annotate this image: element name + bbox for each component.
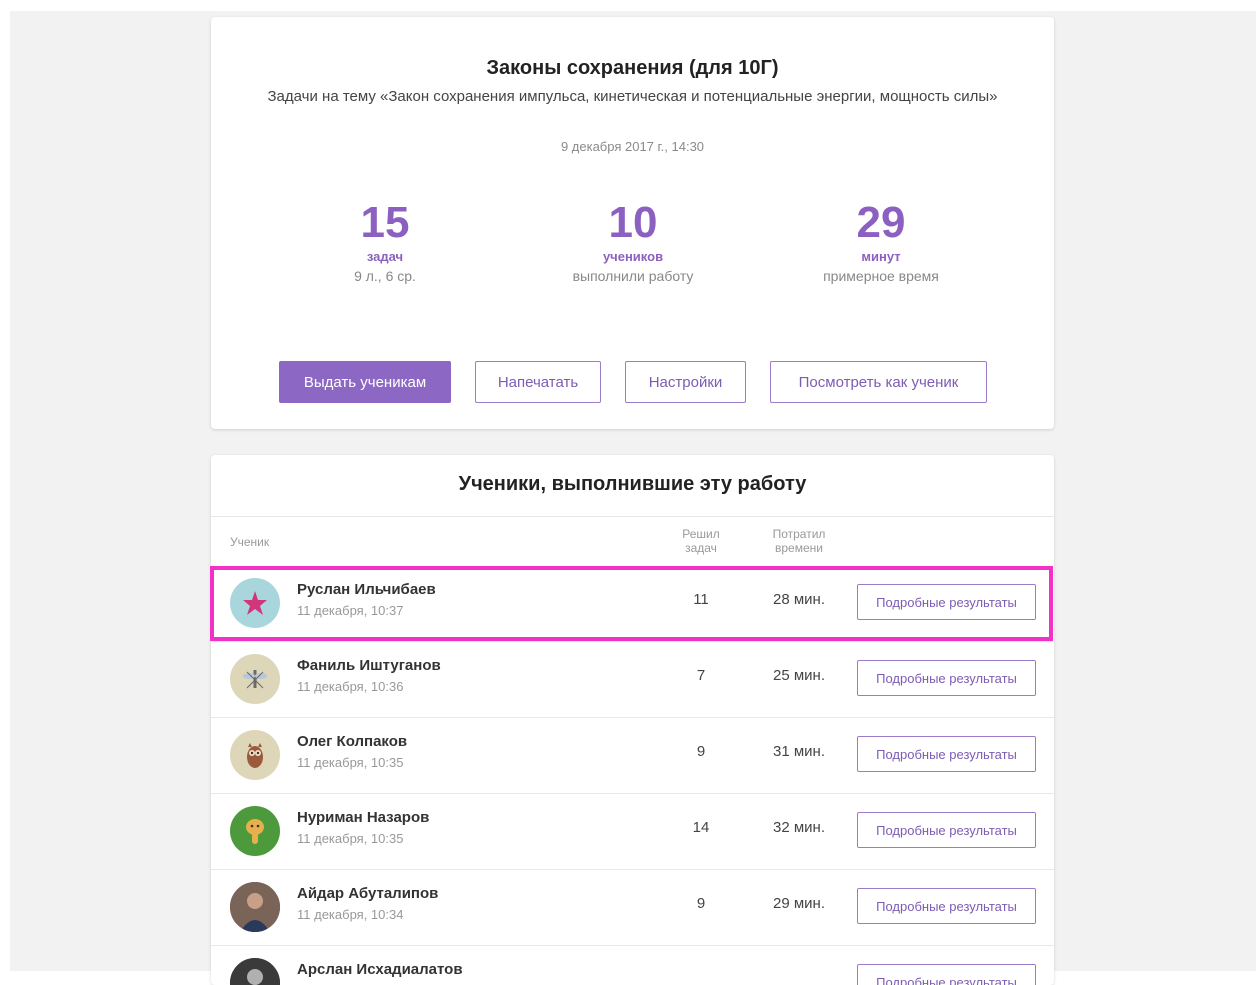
details-button[interactable]: Подробные результаты (857, 812, 1036, 848)
stat-unit: задач (366, 249, 404, 264)
student-name[interactable]: Руслан Ильчибаев (297, 581, 436, 598)
details-button[interactable]: Подробные результаты (857, 888, 1036, 924)
stat-value: 29 (856, 198, 906, 247)
stat-unit: минут (861, 249, 901, 264)
stat-desc: примерное время (823, 268, 939, 284)
students-section-title: Ученики, выполнившие эту работу (458, 473, 807, 495)
stat-minutes: 29 минут примерное время (781, 197, 981, 287)
student-row[interactable]: Олег Колпаков 11 декабря, 10:35 9 31 мин… (211, 717, 1054, 794)
mosquito-icon (230, 654, 280, 704)
student-name[interactable]: Арслан Исхадиалатов (297, 961, 463, 978)
stat-students: 10 учеников выполнили работу (533, 197, 733, 287)
student-submit-time: 11 декабря, 10:34 (297, 907, 404, 922)
work-title: Законы сохранения (для 10Г) (486, 57, 779, 79)
star-icon (230, 578, 280, 628)
photo-avatar-icon (230, 882, 280, 932)
cobra-icon (230, 806, 280, 856)
student-time-spent: 31 мин. (773, 743, 825, 760)
student-solved-count: 9 (696, 743, 706, 760)
work-summary-card: Законы сохранения (для 10Г) Задачи на те… (211, 17, 1054, 429)
column-header-time-line2: времени (775, 541, 823, 555)
details-button[interactable]: Подробные результаты (857, 736, 1036, 772)
work-date: 9 декабря 2017 г., 14:30 (560, 139, 705, 154)
print-button[interactable]: Напечатать (475, 361, 601, 403)
student-submit-time: 11 декабря, 10:37 (297, 603, 404, 618)
student-solved-count: 9 (696, 895, 706, 912)
student-name[interactable]: Нуриман Назаров (297, 809, 429, 826)
stat-desc: 9 л., 6 ср. (354, 268, 416, 284)
photo-avatar-icon (230, 958, 280, 985)
student-time-spent: 29 мин. (773, 895, 825, 912)
student-row[interactable]: Руслан Ильчибаев 11 декабря, 10:37 11 28… (211, 565, 1054, 642)
student-row[interactable]: Арслан Исхадиалатов Подробные результаты (211, 945, 1054, 985)
student-solved-count: 11 (693, 591, 709, 608)
column-header-time: Потратил времени (759, 527, 839, 555)
student-solved-count: 7 (696, 667, 706, 684)
student-name[interactable]: Фаниль Иштуганов (297, 657, 441, 674)
stat-value: 15 (360, 198, 410, 247)
student-name[interactable]: Айдар Абуталипов (297, 885, 438, 902)
stat-value: 10 (608, 198, 658, 247)
preview-as-student-button[interactable]: Посмотреть как ученик (770, 361, 987, 403)
student-name[interactable]: Олег Колпаков (297, 733, 407, 750)
student-time-spent: 25 мин. (773, 667, 825, 684)
student-time-spent: 28 мин. (773, 591, 825, 608)
student-row[interactable]: Фаниль Иштуганов 11 декабря, 10:36 7 25 … (211, 641, 1054, 718)
student-time-spent: 32 мин. (773, 819, 825, 836)
column-header-student: Ученик (230, 535, 270, 549)
details-button[interactable]: Подробные результаты (857, 584, 1036, 620)
student-row[interactable]: Нуриман Назаров 11 декабря, 10:35 14 32 … (211, 793, 1054, 870)
student-submit-time: 11 декабря, 10:35 (297, 755, 404, 770)
details-button[interactable]: Подробные результаты (857, 964, 1036, 985)
stat-desc: выполнили работу (572, 268, 694, 284)
student-submit-time: 11 декабря, 10:36 (297, 679, 404, 694)
student-submit-time: 11 декабря, 10:35 (297, 831, 404, 846)
settings-button[interactable]: Настройки (625, 361, 746, 403)
section-divider (211, 516, 1054, 517)
stat-unit: учеников (602, 249, 664, 264)
student-solved-count: 14 (692, 819, 710, 836)
column-header-solved: Решил задач (671, 527, 731, 555)
details-button[interactable]: Подробные результаты (857, 660, 1036, 696)
assign-button[interactable]: Выдать ученикам (279, 361, 451, 403)
owl-icon (230, 730, 280, 780)
student-row[interactable]: Айдар Абуталипов 11 декабря, 10:34 9 29 … (211, 869, 1054, 946)
column-header-solved-line2: задач (685, 541, 717, 555)
work-subtitle: Задачи на тему «Закон сохранения импульс… (267, 88, 998, 105)
stat-tasks: 15 задач 9 л., 6 ср. (285, 197, 485, 287)
students-card: Ученики, выполнившие эту работу Ученик Р… (211, 455, 1054, 985)
column-header-solved-line1: Решил (682, 527, 720, 541)
column-header-time-line1: Потратил (772, 527, 826, 541)
